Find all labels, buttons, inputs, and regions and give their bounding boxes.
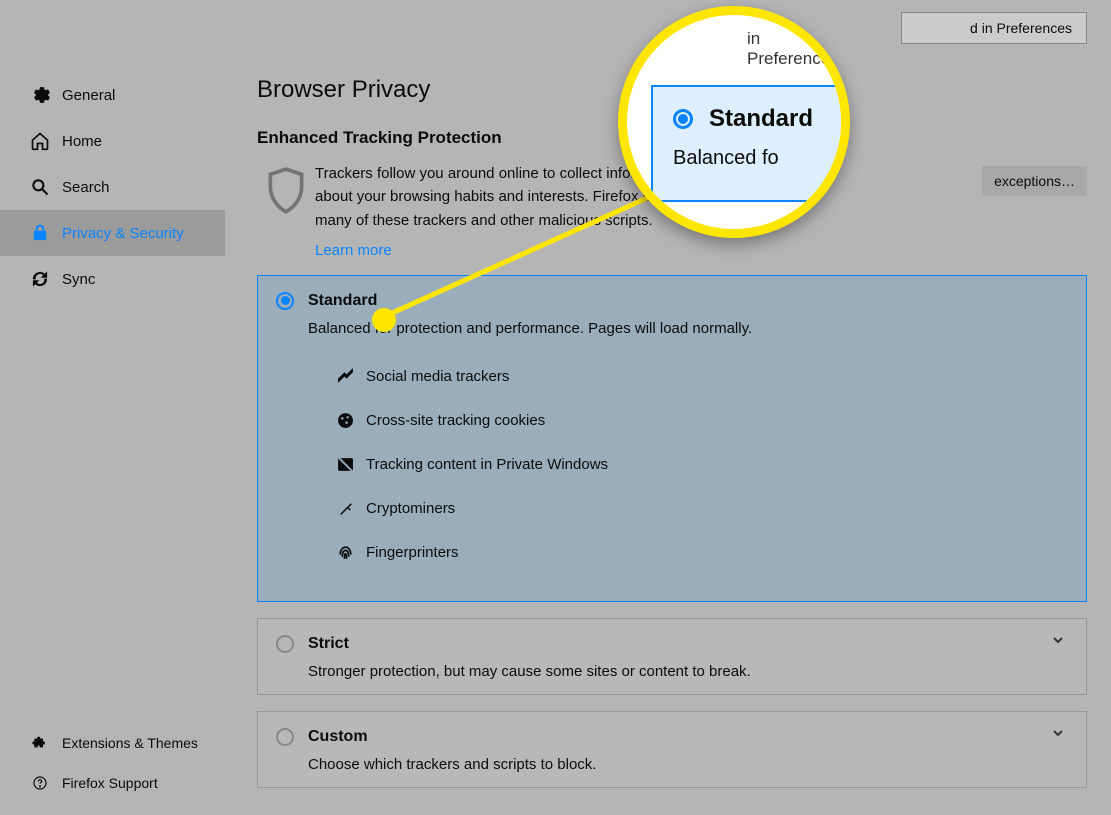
option-description: Balanced for protection and performance.… xyxy=(308,320,1068,337)
protection-option-custom[interactable]: Custom Choose which trackers and scripts… xyxy=(257,711,1087,788)
sidebar-item-support[interactable]: Firefox Support xyxy=(0,763,225,803)
learn-more-link[interactable]: Learn more xyxy=(315,242,685,259)
sidebar-item-label: Extensions & Themes xyxy=(62,735,198,751)
tracker-item: Cross-site tracking cookies xyxy=(336,399,1068,443)
fingerprinters-icon xyxy=(336,544,354,562)
tracker-item: Cryptominers xyxy=(336,487,1068,531)
radio-standard[interactable] xyxy=(276,292,294,310)
annotation-magnifier: in Preferences Standard Balanced fo xyxy=(618,6,850,238)
sidebar-item-general[interactable]: General xyxy=(0,72,225,118)
radio-custom[interactable] xyxy=(276,728,294,746)
home-icon xyxy=(30,131,50,151)
sidebar-item-sync[interactable]: Sync xyxy=(0,256,225,302)
sidebar-item-label: Sync xyxy=(62,271,95,288)
sidebar-item-search[interactable]: Search xyxy=(0,164,225,210)
gear-icon xyxy=(30,85,50,105)
option-title: Custom xyxy=(308,728,368,746)
magnifier-radio-icon xyxy=(673,109,693,129)
sidebar-item-label: Privacy & Security xyxy=(62,225,184,242)
annotation-callout-dot xyxy=(372,308,396,332)
option-description: Stronger protection, but may cause some … xyxy=(308,663,1068,680)
protection-option-strict[interactable]: Strict Stronger protection, but may caus… xyxy=(257,618,1087,695)
sidebar-item-label: Search xyxy=(62,179,110,196)
sidebar-item-label: General xyxy=(62,87,115,104)
magnifier-title: Standard xyxy=(709,105,813,132)
magnifier-preferences-text: in Preferences xyxy=(747,29,841,69)
preferences-sidebar: General Home Search Privacy & Security xyxy=(0,0,225,815)
sidebar-item-extensions[interactable]: Extensions & Themes xyxy=(0,723,225,763)
preferences-search-input[interactable]: d in Preferences xyxy=(901,12,1087,44)
lock-icon xyxy=(30,223,50,243)
sidebar-item-label: Home xyxy=(62,133,102,150)
option-description: Choose which trackers and scripts to blo… xyxy=(308,756,1068,773)
option-title: Standard xyxy=(308,292,377,310)
manage-exceptions-button[interactable]: exceptions… xyxy=(982,166,1087,196)
shield-icon xyxy=(257,162,315,259)
cryptominers-icon xyxy=(336,500,354,518)
tracker-item: Tracking content in Private Windows xyxy=(336,443,1068,487)
search-icon xyxy=(30,177,50,197)
option-title: Strict xyxy=(308,635,349,653)
tracker-item: Social media trackers xyxy=(336,355,1068,399)
chevron-down-icon[interactable] xyxy=(1052,726,1064,743)
tracker-item: Fingerprinters xyxy=(336,531,1068,575)
cookies-icon xyxy=(336,412,354,430)
help-icon xyxy=(30,773,50,793)
puzzle-icon xyxy=(30,733,50,753)
sidebar-item-label: Firefox Support xyxy=(62,775,158,791)
radio-strict[interactable] xyxy=(276,635,294,653)
sidebar-item-privacy-security[interactable]: Privacy & Security xyxy=(0,210,225,256)
chevron-down-icon[interactable] xyxy=(1052,633,1064,650)
sync-icon xyxy=(30,269,50,289)
tracking-content-icon xyxy=(336,456,354,474)
search-placeholder-text: d in Preferences xyxy=(970,20,1072,36)
sidebar-item-home[interactable]: Home xyxy=(0,118,225,164)
social-trackers-icon xyxy=(336,368,354,386)
magnifier-desc: Balanced fo xyxy=(673,147,850,170)
